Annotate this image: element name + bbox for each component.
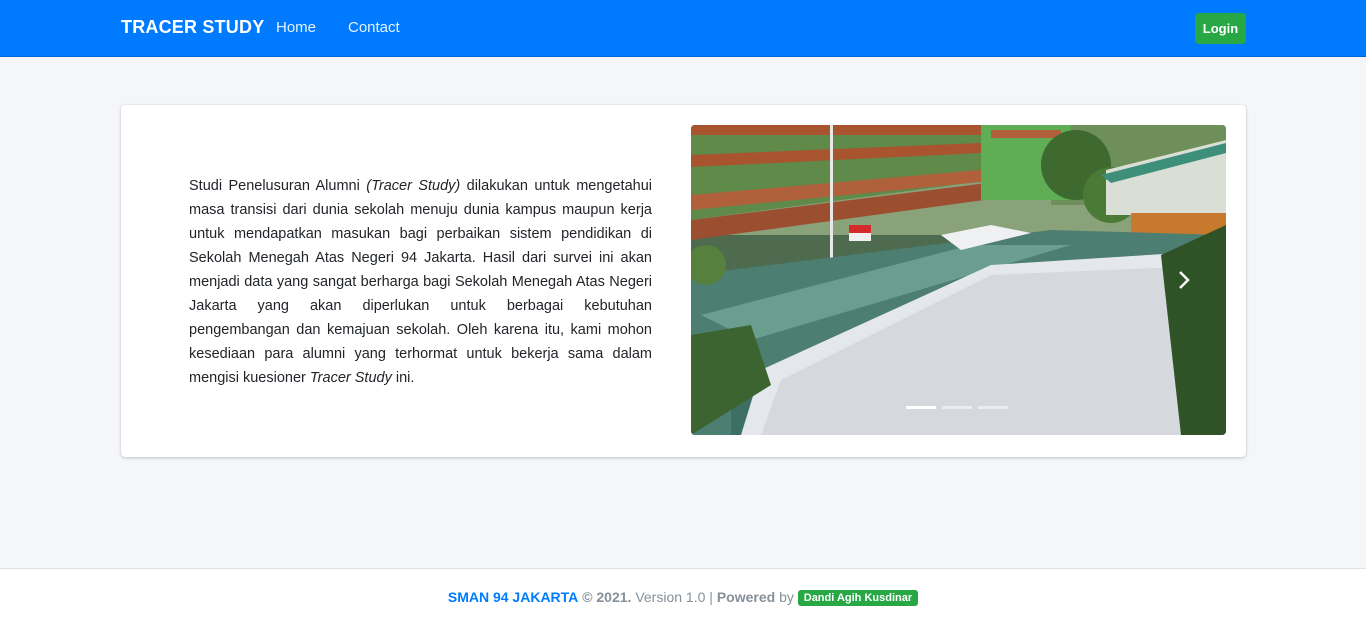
intro-emphasis-2: Tracer Study [309, 370, 392, 386]
carousel-next-button[interactable] [1141, 125, 1226, 435]
intro-text-2: dilakukan untuk mengetahui masa transisi… [189, 178, 652, 386]
school-photo-carousel[interactable] [691, 125, 1226, 435]
intro-text-3: ini. [391, 370, 415, 386]
brand-logo-text[interactable]: TRACER STUDY [121, 17, 264, 38]
footer-school-link[interactable]: SMAN 94 JAKARTA [448, 589, 578, 605]
intro-paragraph: Studi Penelusuran Alumni (Tracer Study) … [189, 174, 652, 390]
intro-text-1: Studi Penelusuran Alumni [189, 178, 367, 194]
carousel-indicator-1[interactable] [906, 406, 936, 409]
nav-contact-link[interactable]: Contact [348, 19, 400, 36]
footer-separator: | [709, 589, 713, 605]
footer-copyright: © 2021. [582, 589, 632, 605]
page-footer: SMAN 94 JAKARTA © 2021. Version 1.0 | Po… [0, 568, 1366, 625]
chevron-right-icon [1179, 271, 1190, 289]
author-badge[interactable]: Dandi Agih Kusdinar [797, 590, 919, 606]
nav-home-link[interactable]: Home [276, 19, 316, 36]
footer-version: Version 1.0 [635, 589, 706, 605]
login-button[interactable]: Login [1195, 13, 1246, 44]
footer-powered: Powered [716, 589, 776, 605]
intro-card: Studi Penelusuran Alumni (Tracer Study) … [121, 105, 1246, 457]
carousel-indicator-2[interactable] [942, 406, 972, 409]
carousel-indicator-3[interactable] [978, 406, 1008, 409]
footer-credits: SMAN 94 JAKARTA © 2021. Version 1.0 | Po… [0, 589, 1366, 606]
intro-emphasis-1: (Tracer Study) [366, 178, 461, 194]
footer-by: by [779, 589, 794, 605]
carousel-indicators [906, 406, 1008, 409]
top-navbar: TRACER STUDY Home Contact Login [0, 0, 1366, 57]
